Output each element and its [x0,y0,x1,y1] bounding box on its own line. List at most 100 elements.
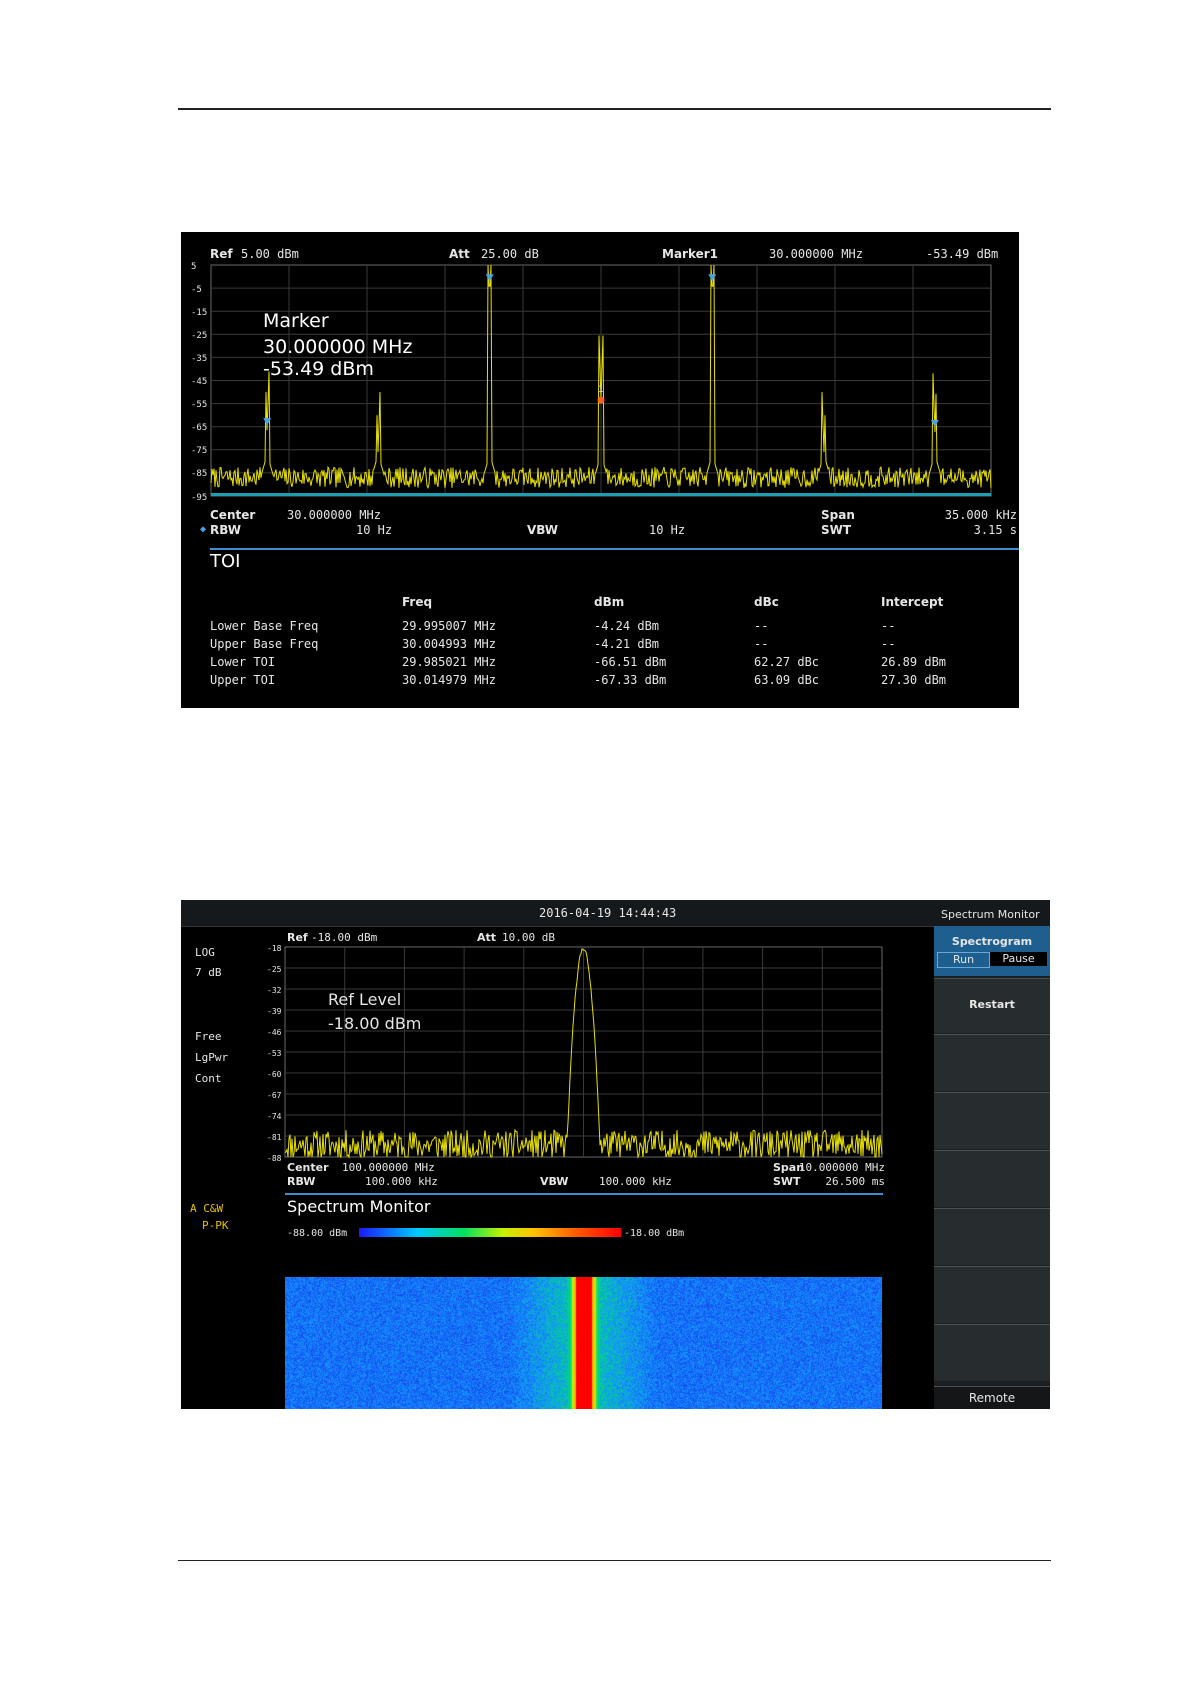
toi-cell: 30.014979 MHz [402,673,496,687]
softkey-empty[interactable] [934,1324,1050,1381]
marker-1-number: 1 [598,385,604,395]
y-tick-label: -85 [191,469,208,480]
spectrum-monitor-screenshot: 2016-04-19 14:44:43 Spectrum Monitor LOG… [181,900,1050,1409]
vbw-value: 10 Hz [649,523,686,537]
peak-marker-icon[interactable] [708,274,717,282]
center-label: Center [287,1161,329,1174]
color-scale-bar [359,1228,621,1237]
att-value: 10.00 dB [502,931,555,944]
rbw-value: 100.000 kHz [365,1175,438,1188]
y-tick-label: -88 [267,1154,282,1163]
softkey-empty[interactable] [934,1150,1050,1207]
peak-marker-icon[interactable] [485,274,494,282]
pause-option[interactable]: Pause [990,952,1047,966]
trace-detector: P-PK [202,1219,229,1232]
swt-value: 3.15 s [973,523,1017,537]
remote-label: Remote [968,1391,1016,1405]
ref-label: Ref [287,931,308,944]
y-tick-label: -67 [267,1091,282,1100]
marker-overlay-freq: 30.000000 MHz [263,336,413,358]
y-tick-label: -32 [267,986,282,995]
sweep-indicator [211,493,991,496]
toi-cell: -- [881,637,896,651]
center-label: Center [210,508,256,522]
softkey-panel: Spectrogram Run Pause Restart Remote [934,926,1050,1409]
scale-div: 7 dB [195,966,222,979]
y-tick-label: -5 [191,284,202,295]
toi-cell: 30.004993 MHz [402,637,496,651]
rbw-label: RBW [287,1175,316,1188]
toi-cell: 29.985021 MHz [402,655,496,669]
softkey-empty[interactable] [934,1266,1050,1323]
softkey-empty[interactable] [934,1034,1050,1091]
softkey-restart[interactable]: Restart [934,978,1050,1033]
spectrum-plot [284,946,883,1159]
spectrum-plot: 1 [210,264,992,497]
run-option[interactable]: Run [937,952,990,968]
att-label: Att [449,247,470,261]
spectrogram-waterfall[interactable] [285,1277,882,1409]
toi-cell: Upper Base Freq [210,637,319,651]
scale-max-label: -18.00 dBm [624,1228,685,1239]
y-tick-label: -25 [191,330,208,341]
toi-cell: -4.24 dBm [594,619,660,633]
datetime: 2016-04-19 14:44:43 [539,906,677,920]
y-tick-label: -39 [267,1007,282,1016]
toi-header-dbc: dBc [754,595,779,609]
toi-cell: -67.33 dBm [594,673,667,687]
y-tick-label: -81 [267,1133,282,1142]
remote-status: Remote [934,1386,1050,1409]
softkey-empty[interactable] [934,1092,1050,1149]
ref-value: 5.00 dBm [241,247,299,261]
sweep-mode: Cont [195,1072,222,1085]
ref-level-overlay-title: Ref Level [328,990,402,1009]
pause-label: Pause [1002,952,1035,965]
y-tick-label: -35 [191,353,208,364]
toi-screenshot: Ref 5.00 dBm Att 25.00 dB Marker1 30.000… [181,232,1019,708]
marker-1-icon[interactable] [597,396,605,404]
y-tick-label: -60 [267,1070,282,1079]
softkey-empty[interactable] [934,1208,1050,1265]
toi-cell: 26.89 dBm [881,655,947,669]
span-label: Span [821,508,855,522]
toi-title: TOI [210,551,241,572]
marker-overlay-title: Marker [263,310,329,332]
toi-cell: -66.51 dBm [594,655,667,669]
page-top-rule [178,108,1051,110]
softkey-spectrogram-label: Spectrogram [951,935,1033,948]
mode-label: Spectrum Monitor [941,908,1040,921]
toi-cell: 63.09 dBc [754,673,820,687]
rbw-value: 10 Hz [356,523,393,537]
att-label: Att [477,931,497,944]
scale-min-label: -88.00 dBm [287,1228,348,1239]
rbw-marker-icon: ◆ [200,524,207,535]
span-value: 10.000000 MHz [798,1161,885,1174]
y-tick-label: 5 [191,261,197,272]
toi-cell: 27.30 dBm [881,673,947,687]
monitor-divider [285,1193,883,1195]
y-tick-label: -25 [267,965,282,974]
toi-cell: -- [881,619,896,633]
center-value: 100.000000 MHz [342,1161,435,1174]
toi-divider [210,548,1019,550]
span-value: 35.000 kHz [944,508,1017,522]
toi-cell: 29.995007 MHz [402,619,496,633]
restart-label: Restart [969,998,1015,1011]
y-tick-label: -53 [267,1049,282,1058]
marker-label: Marker1 [662,247,719,261]
vbw-label: VBW [527,523,559,537]
toi-cell: Lower TOI [210,655,276,669]
page-bottom-rule [178,1560,1051,1561]
y-tick-label: -74 [267,1112,282,1121]
center-value: 30.000000 MHz [287,508,381,522]
softkey-spectrogram[interactable]: Spectrogram Run Pause [934,926,1050,976]
toi-cell: Upper TOI [210,673,276,687]
swt-label: SWT [821,523,852,537]
trigger-mode: Free [195,1030,222,1043]
y-tick-label: -45 [191,377,208,387]
y-tick-label: -75 [191,446,208,457]
toi-cell: Lower Base Freq [210,619,319,633]
y-tick-label: -46 [267,1028,282,1037]
toi-cell: -- [754,637,769,651]
run-label: Run [952,953,975,966]
